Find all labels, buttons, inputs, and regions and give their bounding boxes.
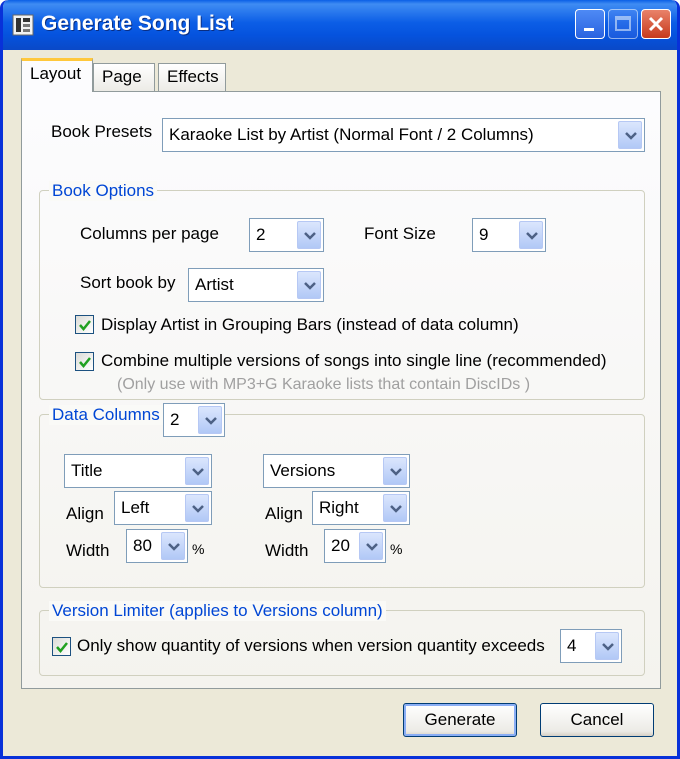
column-2-width-value: 20 bbox=[331, 536, 350, 555]
chevron-down-icon[interactable] bbox=[161, 532, 185, 560]
checkmark-icon bbox=[56, 642, 68, 653]
discid-note: (Only use with MP3+G Karaoke lists that … bbox=[117, 376, 531, 393]
window-title: Generate Song List bbox=[41, 12, 234, 35]
columns-per-page-value: 2 bbox=[256, 225, 266, 244]
font-size-dropdown[interactable]: 9 bbox=[472, 218, 546, 252]
column-1-width-value: 80 bbox=[133, 536, 152, 555]
sort-book-by-value: Artist bbox=[195, 275, 234, 294]
generate-button[interactable]: Generate bbox=[403, 703, 517, 737]
maximize-button[interactable] bbox=[608, 9, 638, 39]
version-limiter-group: Version Limiter (applies to Versions col… bbox=[39, 601, 645, 676]
column-1-width-label: Width bbox=[66, 541, 110, 560]
display-artist-checkbox[interactable] bbox=[75, 315, 94, 334]
column-2-align-value: Right bbox=[319, 498, 359, 517]
chevron-down-icon[interactable] bbox=[383, 494, 407, 522]
sort-book-by-dropdown[interactable]: Artist bbox=[188, 268, 324, 302]
chevron-down-icon[interactable] bbox=[383, 457, 407, 485]
chevron-down-icon[interactable] bbox=[185, 494, 209, 522]
version-limiter-value: 4 bbox=[567, 636, 577, 655]
book-presets-label: Book Presets bbox=[51, 122, 153, 141]
cancel-button-label: Cancel bbox=[570, 710, 624, 729]
chevron-down-icon[interactable] bbox=[297, 221, 321, 249]
version-limiter-legend: Version Limiter (applies to Versions col… bbox=[49, 601, 386, 621]
chevron-down-icon[interactable] bbox=[198, 406, 222, 434]
checkmark-icon bbox=[79, 320, 91, 331]
data-columns-legend: Data Columns bbox=[49, 405, 163, 425]
chevron-down-icon[interactable] bbox=[185, 457, 209, 485]
column-1-align-dropdown[interactable]: Left bbox=[114, 491, 212, 525]
minimize-icon bbox=[584, 28, 594, 31]
cancel-button[interactable]: Cancel bbox=[540, 703, 654, 737]
book-presets-value: Karaoke List by Artist (Normal Font / 2 … bbox=[169, 125, 534, 144]
checkmark-icon bbox=[79, 357, 91, 368]
version-limiter-dropdown[interactable]: 4 bbox=[560, 629, 622, 663]
close-button[interactable] bbox=[641, 9, 671, 39]
column-1-field-value: Title bbox=[71, 461, 103, 480]
column-2-width-label: Width bbox=[265, 541, 309, 560]
column-1-width-unit: % bbox=[192, 541, 205, 557]
book-options-legend: Book Options bbox=[49, 181, 158, 201]
combine-versions-label[interactable]: Combine multiple versions of songs into … bbox=[101, 351, 607, 371]
version-limiter-label[interactable]: Only show quantity of versions when vers… bbox=[77, 636, 545, 656]
data-columns-count-dropdown[interactable]: 2 bbox=[163, 403, 225, 437]
version-limiter-checkbox[interactable] bbox=[52, 637, 71, 656]
tab-layout[interactable]: Layout bbox=[21, 58, 93, 92]
column-1-align-label: Align bbox=[66, 504, 104, 523]
column-2-field-value: Versions bbox=[270, 461, 336, 480]
tab-page[interactable]: Page bbox=[93, 63, 155, 91]
column-2-width-unit: % bbox=[390, 541, 403, 557]
column-2-field-dropdown[interactable]: Versions bbox=[263, 454, 410, 488]
sort-book-by-label: Sort book by bbox=[80, 273, 176, 292]
column-1-align-value: Left bbox=[121, 498, 150, 517]
book-presets-dropdown[interactable]: Karaoke List by Artist (Normal Font / 2 … bbox=[162, 118, 645, 152]
layout-tab-panel: Book Presets Karaoke List by Artist (Nor… bbox=[21, 91, 661, 689]
column-2-width-dropdown[interactable]: 20 bbox=[324, 529, 386, 563]
minimize-button[interactable] bbox=[575, 9, 605, 39]
data-columns-group: Data Columns 2 Title Align Left Width 80… bbox=[39, 403, 645, 588]
column-1-width-dropdown[interactable]: 80 bbox=[126, 529, 188, 563]
columns-per-page-dropdown[interactable]: 2 bbox=[249, 218, 324, 252]
tab-label: Page bbox=[102, 67, 142, 86]
generate-button-label: Generate bbox=[424, 710, 496, 729]
tab-effects[interactable]: Effects bbox=[158, 63, 226, 91]
book-options-group: Book Options Columns per page 2 Font Siz… bbox=[39, 181, 645, 400]
column-2-align-dropdown[interactable]: Right bbox=[312, 491, 410, 525]
data-columns-count-value: 2 bbox=[170, 410, 180, 429]
tab-label: Layout bbox=[30, 64, 82, 83]
font-size-value: 9 bbox=[479, 225, 489, 244]
combine-versions-checkbox[interactable] bbox=[75, 352, 94, 371]
columns-per-page-label: Columns per page bbox=[80, 224, 219, 243]
display-artist-label[interactable]: Display Artist in Grouping Bars (instead… bbox=[101, 315, 519, 335]
chevron-down-icon[interactable] bbox=[618, 121, 642, 149]
tab-label: Effects bbox=[167, 67, 219, 86]
maximize-icon bbox=[615, 16, 631, 31]
chevron-down-icon[interactable] bbox=[359, 532, 383, 560]
column-1-field-dropdown[interactable]: Title bbox=[64, 454, 212, 488]
chevron-down-icon[interactable] bbox=[595, 632, 619, 660]
chevron-down-icon[interactable] bbox=[297, 271, 321, 299]
dialog-window: Generate Song List Layout Page Effects B… bbox=[0, 0, 680, 759]
title-bar[interactable]: Generate Song List bbox=[3, 0, 677, 50]
column-2-align-label: Align bbox=[265, 504, 303, 523]
app-icon bbox=[12, 14, 34, 36]
chevron-down-icon[interactable] bbox=[519, 221, 543, 249]
close-icon bbox=[648, 16, 664, 32]
font-size-label: Font Size bbox=[364, 224, 436, 243]
